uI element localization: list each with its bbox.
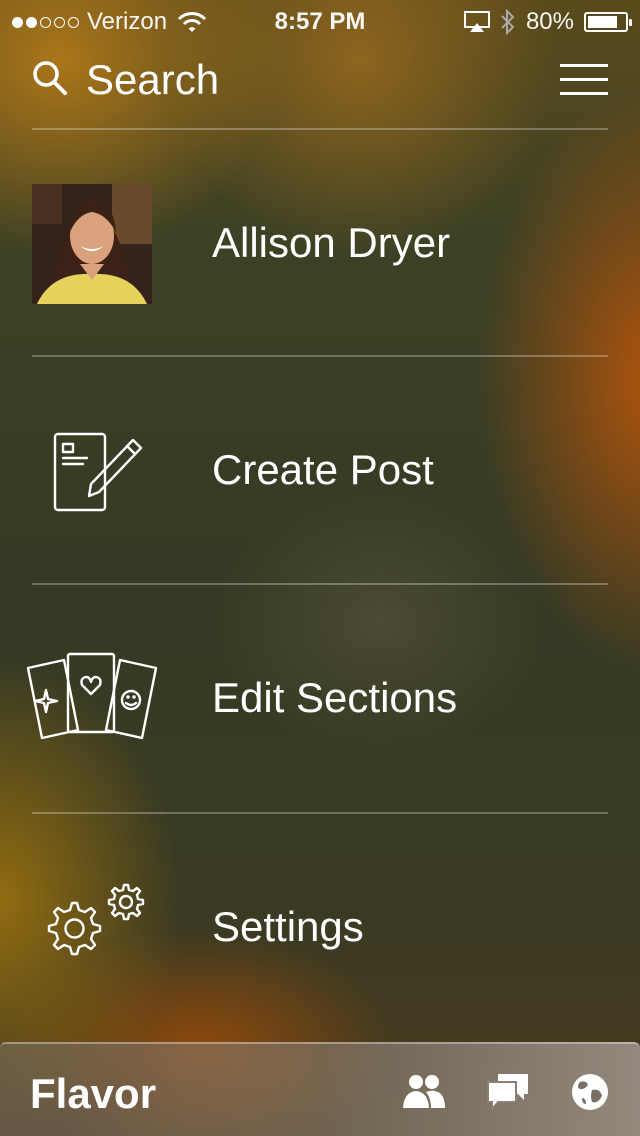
gears-icon	[24, 864, 160, 988]
menu-item-create-post[interactable]: Create Post	[0, 357, 640, 583]
people-icon[interactable]	[402, 1072, 446, 1112]
globe-icon[interactable]	[568, 1072, 612, 1112]
search-label[interactable]: Search	[86, 56, 219, 104]
menu-item-label: Allison Dryer	[212, 219, 451, 266]
bluetooth-icon	[501, 9, 515, 35]
search-icon[interactable]	[32, 60, 68, 96]
tab-bar: Flavor	[0, 1042, 640, 1136]
status-bar: Verizon 8:57 PM 80%	[0, 0, 640, 40]
menu-item-label: Edit Sections	[212, 674, 458, 721]
chat-bubbles-icon[interactable]	[486, 1072, 530, 1112]
menu-item-edit-sections[interactable]: Edit Sections	[0, 585, 640, 811]
airplay-icon	[463, 11, 490, 32]
app-name[interactable]: Flavor	[30, 1070, 156, 1118]
menu-item-settings[interactable]: Settings	[0, 814, 640, 1040]
menu-item-label: Create Post	[212, 446, 434, 493]
sections-cards-icon	[24, 635, 160, 759]
battery-percent: 80%	[525, 8, 574, 35]
menu-item-label: Settings	[212, 903, 364, 950]
avatar	[32, 184, 152, 304]
hamburger-menu-icon[interactable]	[560, 64, 608, 96]
header: Search	[0, 40, 640, 129]
battery-icon	[584, 12, 632, 32]
menu-item-profile[interactable]: Allison Dryer	[0, 130, 640, 356]
compose-post-icon	[24, 407, 160, 531]
